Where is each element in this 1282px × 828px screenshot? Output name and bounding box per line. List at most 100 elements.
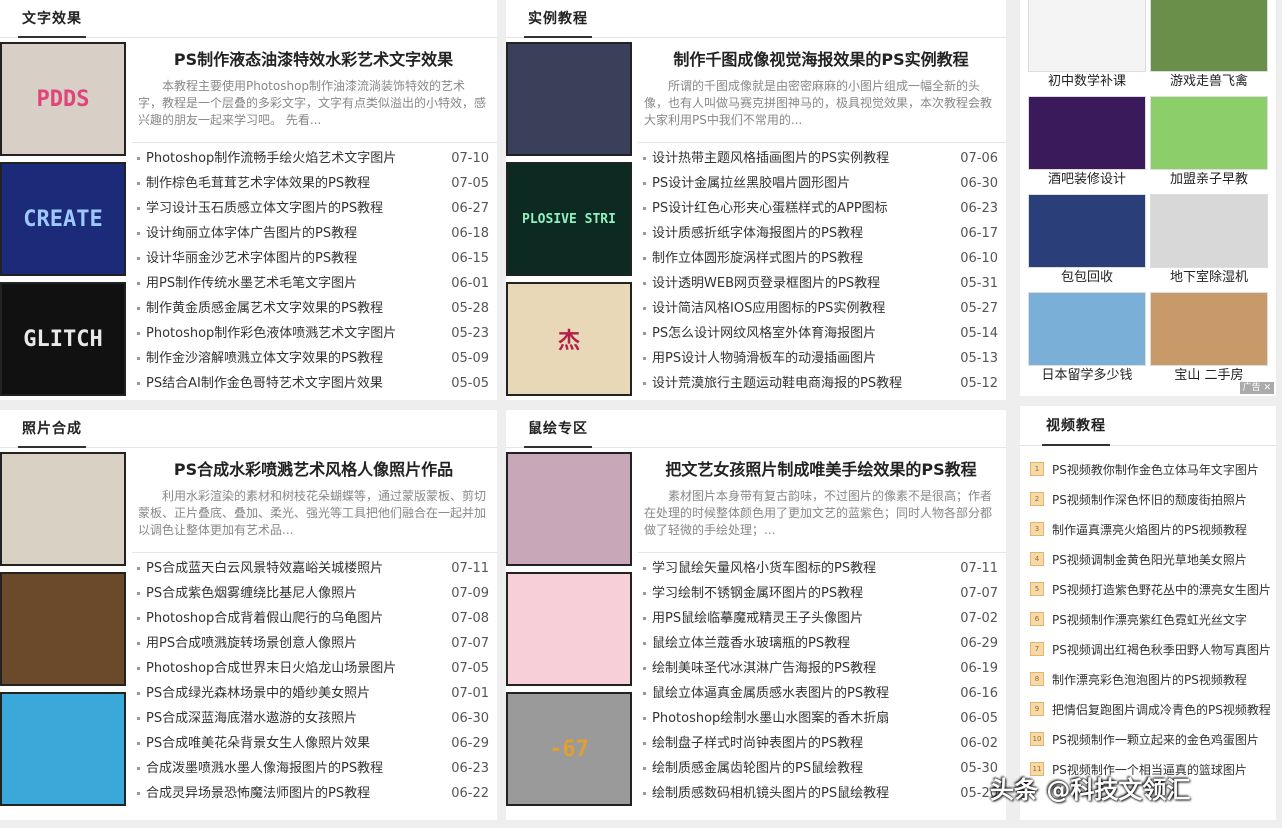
list-item-title[interactable]: PS设计红色心形夹心蛋糕样式的APP图标 [642,196,888,221]
list-item-title[interactable]: 用PS制作传统水墨艺术毛笔文字图片 [136,271,357,296]
ad-image[interactable] [1028,0,1146,72]
list-item[interactable]: PS合成唯美花朵背景女生人像照片效果 06-29 [136,731,489,756]
video-item-title[interactable]: PS视频调出红褐色秋季田野人物写真图片 [1052,641,1270,658]
ad-item[interactable]: 初中数学补课 [1028,0,1146,94]
list-item-title[interactable]: 绘制盘子样式时尚钟表图片的PS教程 [642,731,863,756]
list-item-title[interactable]: 制作黄金质感金属艺术文字效果的PS教程 [136,296,383,321]
list-item-title[interactable]: 绘制质感金属齿轮图片的PS鼠绘教程 [642,756,863,781]
article-thumbnail[interactable] [506,572,632,686]
list-item[interactable]: 制作黄金质感金属艺术文字效果的PS教程 05-28 [136,296,489,321]
article-thumbnail[interactable]: GLITCH [0,282,126,396]
list-item-title[interactable]: 设计透明WEB网页登录框图片的PS教程 [642,271,880,296]
list-item[interactable]: 鼠绘立体逼真金属质感水表图片的PS教程 06-16 [642,681,998,706]
list-item[interactable]: 制作立体圆形旋涡样式图片的PS教程 06-10 [642,246,998,271]
list-item-title[interactable]: 合成泼墨喷溅水墨人像海报图片的PS教程 [136,756,383,781]
section-title[interactable]: 鼠绘专区 [524,410,592,448]
list-item[interactable]: 绘制美味圣代冰淇淋广告海报的PS教程 06-19 [642,656,998,681]
list-item[interactable]: 用PS鼠绘临摹魔戒精灵王子头像图片 07-02 [642,606,998,631]
list-item-title[interactable]: Photoshop制作流畅手绘火焰艺术文字图片 [136,146,396,171]
list-item-title[interactable]: 制作金沙溶解喷溅立体文字效果的PS教程 [136,346,383,371]
list-item-title[interactable]: Photoshop合成世界末日火焰龙山场景图片 [136,656,396,681]
list-item[interactable]: Photoshop制作流畅手绘火焰艺术文字图片 07-10 [136,146,489,171]
ad-caption[interactable]: 酒吧装修设计 [1028,170,1146,192]
list-item-title[interactable]: 用PS鼠绘临摹魔戒精灵王子头像图片 [642,606,863,631]
article-thumbnail[interactable] [506,452,632,566]
list-item-title[interactable]: PS设计金属拉丝黑胶唱片圆形图片 [642,171,850,196]
video-item[interactable]: 5 PS视频打造紫色野花丛中的漂亮女生图片 [1030,574,1270,604]
ad-item[interactable]: 地下室除湿机 [1150,194,1268,290]
list-item[interactable]: 学习鼠绘矢量风格小货车图标的PS教程 07-11 [642,556,998,581]
list-item-title[interactable]: 合成灵异场景恐怖魔法师图片的PS教程 [136,781,370,806]
video-item[interactable]: 9 把情侣复跑图片调成冷青色的PS视频教程 [1030,694,1270,724]
video-item[interactable]: 4 PS视频调制金黄色阳光草地美女照片 [1030,544,1270,574]
list-item-title[interactable]: 设计热带主题风格插画图片的PS实例教程 [642,146,889,171]
article-thumbnail[interactable]: -67 [506,692,632,806]
list-item-title[interactable]: PS结合AI制作金色哥特艺术文字图片效果 [136,371,383,396]
video-item-title[interactable]: 制作逼真漂亮火焰图片的PS视频教程 [1052,521,1247,538]
list-item[interactable]: 用PS合成喷溅旋转场景创意人像照片 07-07 [136,631,489,656]
list-item[interactable]: PS合成深蓝海底潜水遨游的女孩照片 06-30 [136,706,489,731]
list-item[interactable]: 制作金沙溶解喷溅立体文字效果的PS教程 05-09 [136,346,489,371]
ad-item[interactable]: 酒吧装修设计 [1028,96,1146,192]
ad-caption[interactable]: 日本留学多少钱 [1028,366,1146,388]
section-title[interactable]: 文字效果 [18,0,86,38]
list-item[interactable]: 用PS设计人物骑滑板车的动漫插画图片 05-13 [642,346,998,371]
list-item[interactable]: PS合成紫色烟雾缠绕比基尼人像照片 07-09 [136,581,489,606]
list-item[interactable]: 设计华丽金沙艺术字体图片的PS教程 06-15 [136,246,489,271]
video-item-title[interactable]: PS视频打造紫色野花丛中的漂亮女生图片 [1052,581,1270,598]
list-item[interactable]: 制作棕色毛茸茸艺术字体效果的PS教程 07-05 [136,171,489,196]
video-item-title[interactable]: PS视频制作深色怀旧的颓废街拍照片 [1052,491,1247,508]
list-item-title[interactable]: 绘制美味圣代冰淇淋广告海报的PS教程 [642,656,876,681]
list-item-title[interactable]: 设计质感折纸字体海报图片的PS教程 [642,221,863,246]
ad-item[interactable]: 宝山 二手房 [1150,292,1268,388]
list-item[interactable]: 学习绘制不锈钢金属环图片的PS教程 07-07 [642,581,998,606]
video-item-title[interactable]: PS视频调制金黄色阳光草地美女照片 [1052,551,1247,568]
article-thumbnail[interactable] [0,572,126,686]
list-item-title[interactable]: PS合成绿光森林场景中的婚纱美女照片 [136,681,370,706]
ad-item[interactable]: 包包回收 [1028,194,1146,290]
list-item[interactable]: PS怎么设计网纹风格室外体育海报图片 05-14 [642,321,998,346]
video-item-title[interactable]: 把情侣复跑图片调成冷青色的PS视频教程 [1052,701,1270,718]
list-item-title[interactable]: 设计简洁风格IOS应用图标的PS实例教程 [642,296,885,321]
ad-caption[interactable]: 游戏走兽飞禽 [1150,72,1268,94]
article-thumbnail[interactable]: CREATE [0,162,126,276]
list-item-title[interactable]: 用PS设计人物骑滑板车的动漫插画图片 [642,346,876,371]
list-item[interactable]: 绘制盘子样式时尚钟表图片的PS教程 06-02 [642,731,998,756]
lead-article-title[interactable]: PS合成水彩喷溅艺术风格人像照片作品 [138,456,489,480]
ad-caption[interactable]: 加盟亲子早教 [1150,170,1268,192]
list-item[interactable]: PS合成蓝天白云风景特效嘉峪关城楼照片 07-11 [136,556,489,581]
list-item[interactable]: 学习设计玉石质感立体文字图片的PS教程 06-27 [136,196,489,221]
list-item-title[interactable]: 学习绘制不锈钢金属环图片的PS教程 [642,581,863,606]
list-item-title[interactable]: 设计华丽金沙艺术字体图片的PS教程 [136,246,357,271]
list-item[interactable]: 鼠绘立体兰蔻香水玻璃瓶的PS教程 06-29 [642,631,998,656]
list-item[interactable]: 设计质感折纸字体海报图片的PS教程 06-17 [642,221,998,246]
list-item[interactable]: 合成泼墨喷溅水墨人像海报图片的PS教程 06-23 [136,756,489,781]
list-item[interactable]: Photoshop合成背着假山爬行的乌龟图片 07-08 [136,606,489,631]
list-item[interactable]: Photoshop制作彩色液体喷溅艺术文字图片 05-23 [136,321,489,346]
list-item[interactable]: 设计热带主题风格插画图片的PS实例教程 07-06 [642,146,998,171]
list-item-title[interactable]: 鼠绘立体兰蔻香水玻璃瓶的PS教程 [642,631,850,656]
video-item-title[interactable]: PS视频制作一颗立起来的金色鸡蛋图片 [1052,731,1259,748]
list-item-title[interactable]: PS怎么设计网纹风格室外体育海报图片 [642,321,876,346]
list-item-title[interactable]: 制作棕色毛茸茸艺术字体效果的PS教程 [136,171,370,196]
list-item[interactable]: PS合成绿光森林场景中的婚纱美女照片 07-01 [136,681,489,706]
article-thumbnail[interactable] [506,42,632,156]
list-item-title[interactable]: 用PS合成喷溅旋转场景创意人像照片 [136,631,357,656]
article-thumbnail[interactable]: PLOSIVE STRI [506,162,632,276]
list-item-title[interactable]: 设计绚丽立体字体广告图片的PS教程 [136,221,357,246]
list-item[interactable]: PS设计红色心形夹心蛋糕样式的APP图标 06-23 [642,196,998,221]
ad-image[interactable] [1150,292,1268,366]
list-item-title[interactable]: Photoshop合成背着假山爬行的乌龟图片 [136,606,383,631]
list-item[interactable]: PS结合AI制作金色哥特艺术文字图片效果 05-05 [136,371,489,396]
list-item[interactable]: 绘制质感金属齿轮图片的PS鼠绘教程 05-30 [642,756,998,781]
list-item[interactable]: 设计绚丽立体字体广告图片的PS教程 06-18 [136,221,489,246]
section-title[interactable]: 照片合成 [18,410,86,448]
list-item[interactable]: Photoshop合成世界末日火焰龙山场景图片 07-05 [136,656,489,681]
list-item-title[interactable]: PS合成深蓝海底潜水遨游的女孩照片 [136,706,357,731]
list-item[interactable]: 用PS制作传统水墨艺术毛笔文字图片 06-01 [136,271,489,296]
lead-article-title[interactable]: 制作千图成像视觉海报效果的PS实例教程 [644,46,998,70]
ad-label[interactable]: 广告 ✕ [1239,382,1274,394]
list-item-title[interactable]: 学习鼠绘矢量风格小货车图标的PS教程 [642,556,876,581]
lead-article-title[interactable]: 把文艺女孩照片制成唯美手绘效果的PS教程 [644,456,998,480]
video-item[interactable]: 6 PS视频制作漂亮紫红色霓虹光丝文字 [1030,604,1270,634]
